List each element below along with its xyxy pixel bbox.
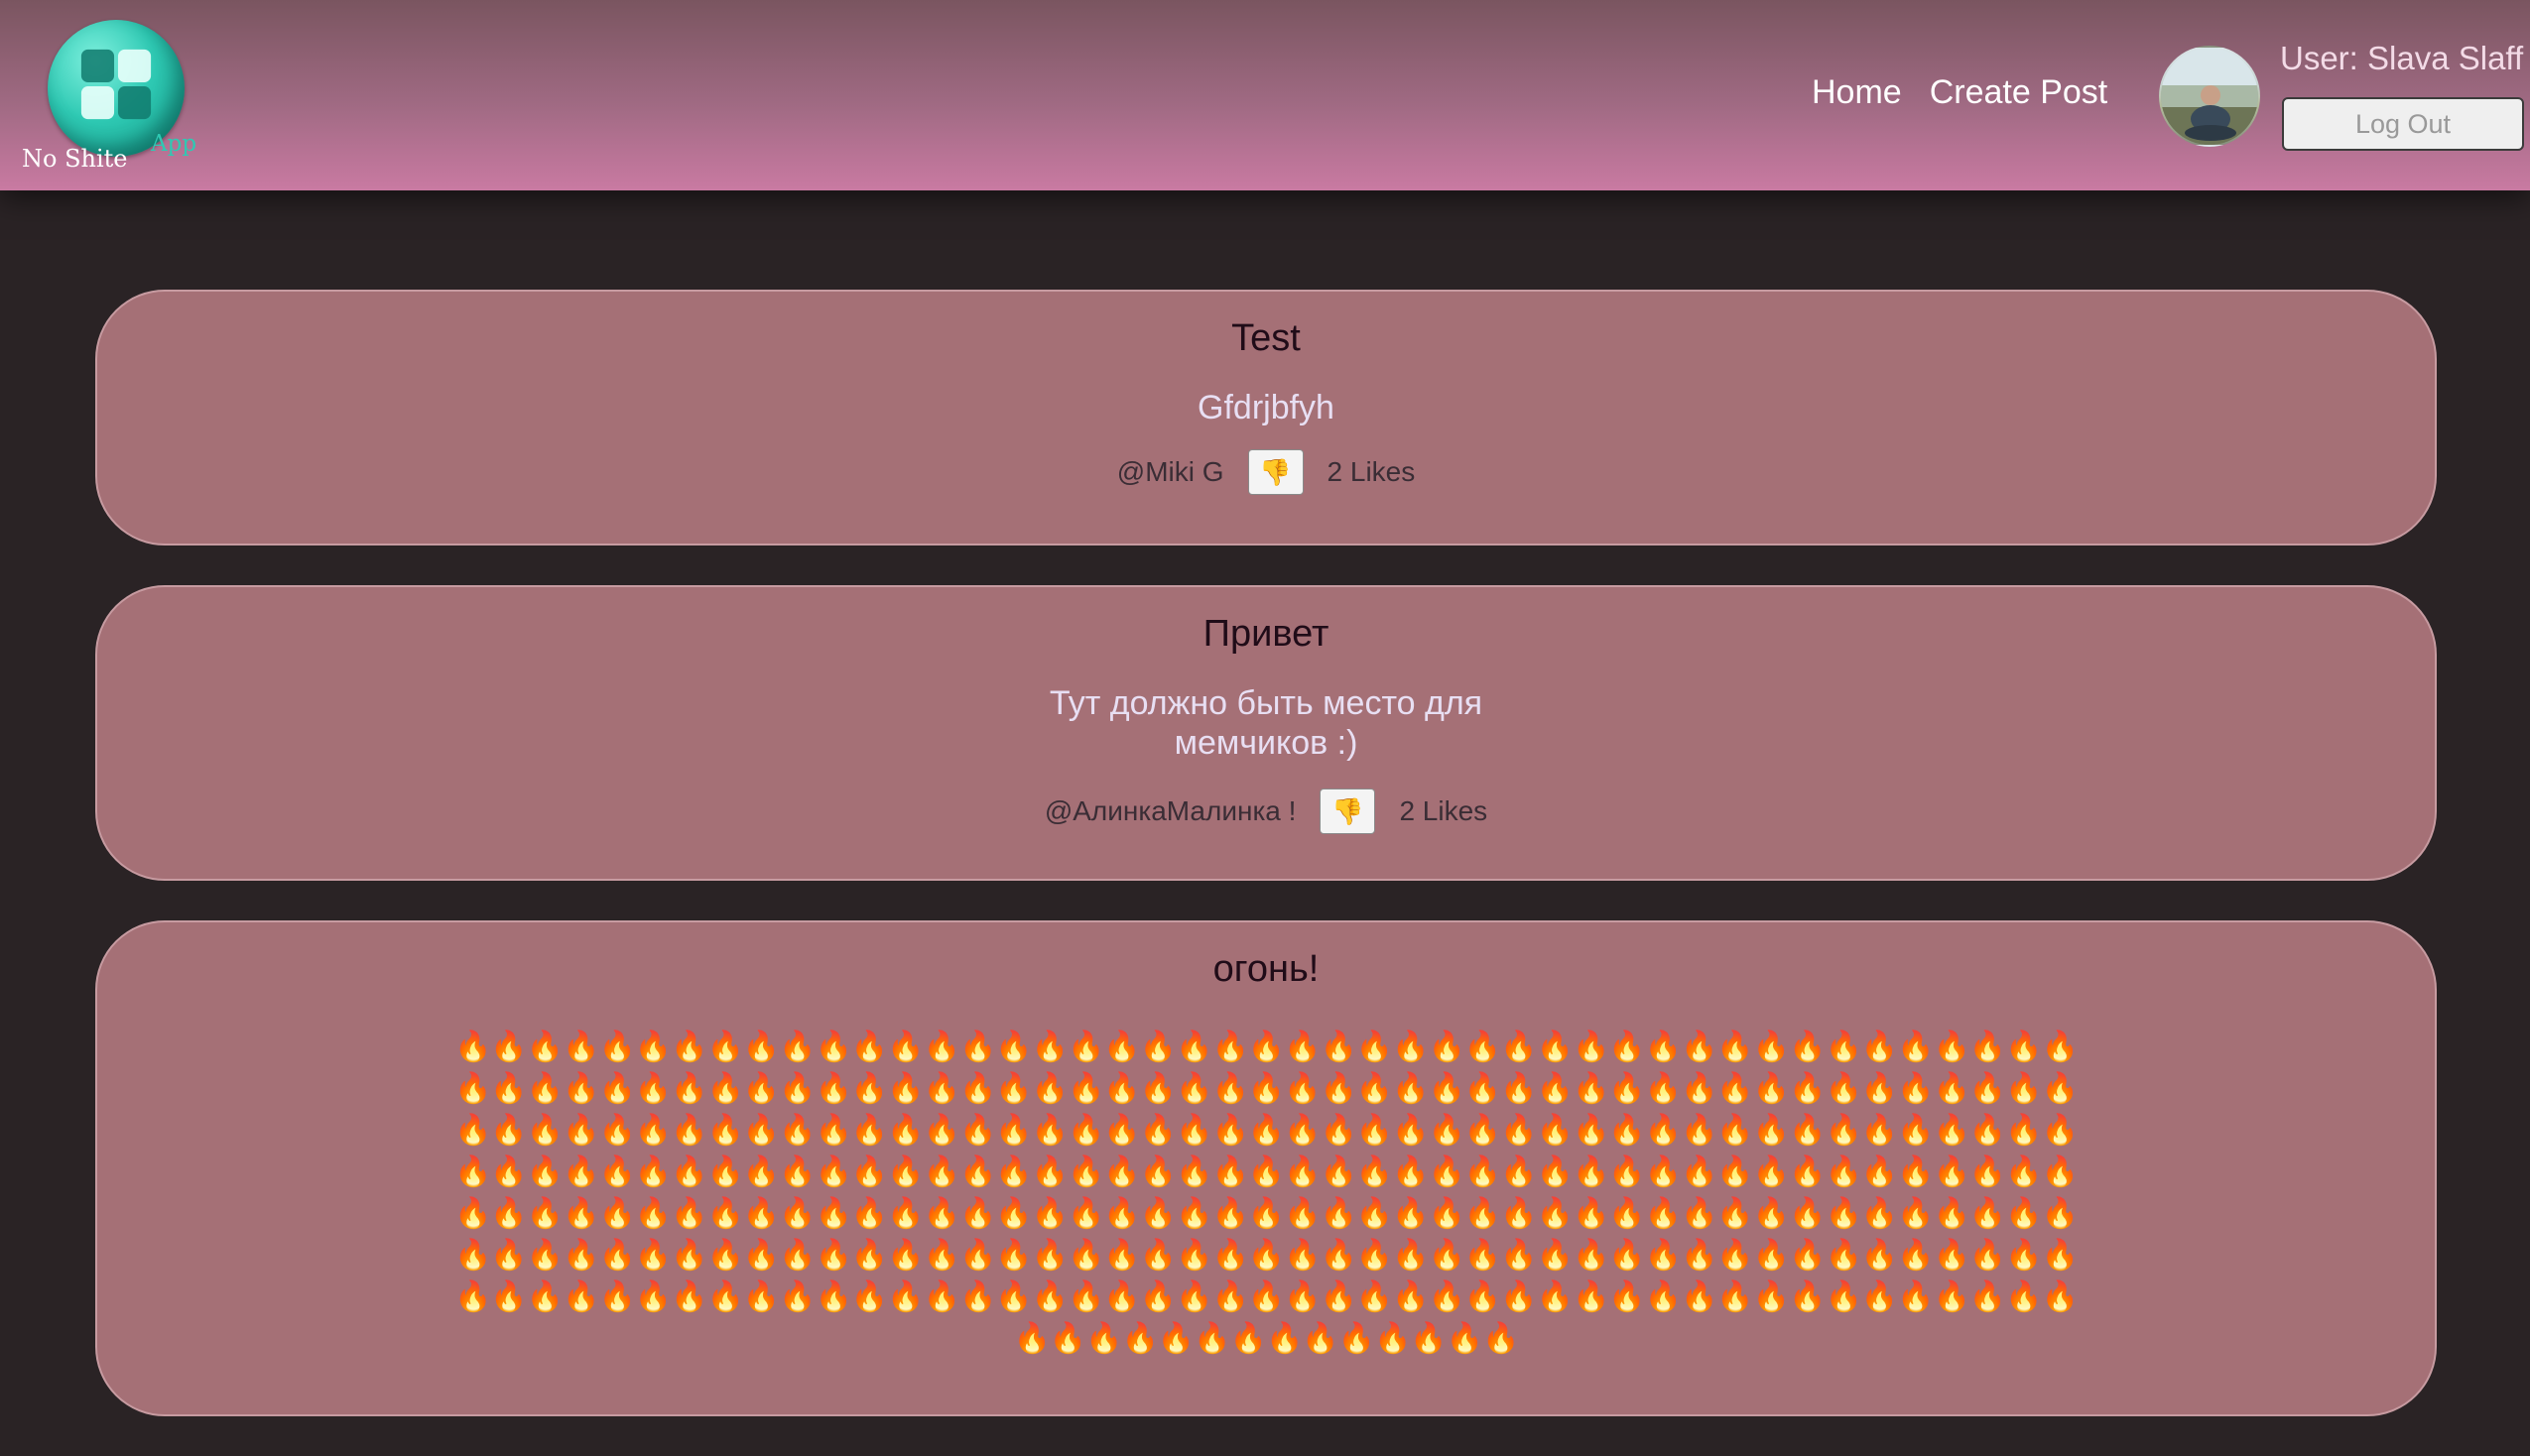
app-logo[interactable]: No Shite App: [20, 16, 208, 182]
post-body-fire-emojis: 🔥🔥🔥🔥🔥🔥🔥🔥🔥🔥🔥🔥🔥🔥🔥🔥🔥🔥🔥🔥🔥🔥🔥🔥🔥🔥🔥🔥🔥🔥🔥🔥🔥🔥🔥🔥🔥🔥🔥🔥…: [454, 1031, 2079, 1355]
dislike-button[interactable]: 👎: [1320, 789, 1376, 834]
post-body: Gfdrjbfyh: [1198, 389, 1334, 426]
main-nav: Home Create Post: [1812, 73, 2107, 112]
thumbs-down-icon: 👎: [1259, 457, 1292, 487]
logout-button[interactable]: Log Out: [2282, 97, 2524, 151]
logo-app-text: App: [151, 131, 197, 157]
post-card: Привет Тут должно быть место для мемчико…: [95, 585, 2437, 881]
current-user-label: User: Slava Slaff: [2280, 40, 2524, 76]
post-author: @Miki G: [1116, 456, 1224, 487]
post-feed: Test Gfdrjbfyh @Miki G 👎 2 Likes Привет …: [95, 290, 2437, 1456]
likes-count: 2 Likes: [1327, 456, 1416, 487]
post-body: Тут должно быть место для мемчиков :): [1049, 684, 1483, 762]
post-title: Привет: [1202, 613, 1329, 655]
post-title: Test: [1231, 317, 1301, 359]
post-meta: @АлинкаМалинка ! 👎 2 Likes: [97, 789, 2435, 834]
avatar-photo-icon: [2161, 48, 2258, 145]
thumbs-down-icon: 👎: [1331, 796, 1364, 826]
post-author: @АлинкаМалинка !: [1044, 795, 1297, 826]
post-meta: @Miki G 👎 2 Likes: [97, 449, 2435, 495]
logo-name-text: No Shite: [22, 145, 128, 173]
app-header: No Shite App Home Create Post User: Slav…: [0, 0, 2530, 190]
nav-link-home[interactable]: Home: [1812, 73, 1902, 112]
likes-count: 2 Likes: [1399, 795, 1488, 826]
post-card: огонь! 🔥🔥🔥🔥🔥🔥🔥🔥🔥🔥🔥🔥🔥🔥🔥🔥🔥🔥🔥🔥🔥🔥🔥🔥🔥🔥🔥🔥🔥🔥🔥🔥🔥…: [95, 920, 2437, 1416]
nav-link-create-post[interactable]: Create Post: [1930, 73, 2108, 112]
logo-squares-icon: [80, 49, 152, 120]
user-avatar[interactable]: [2159, 46, 2260, 147]
dislike-button[interactable]: 👎: [1247, 449, 1304, 495]
post-card: Test Gfdrjbfyh @Miki G 👎 2 Likes: [95, 290, 2437, 546]
post-title: огонь!: [1212, 948, 1320, 990]
